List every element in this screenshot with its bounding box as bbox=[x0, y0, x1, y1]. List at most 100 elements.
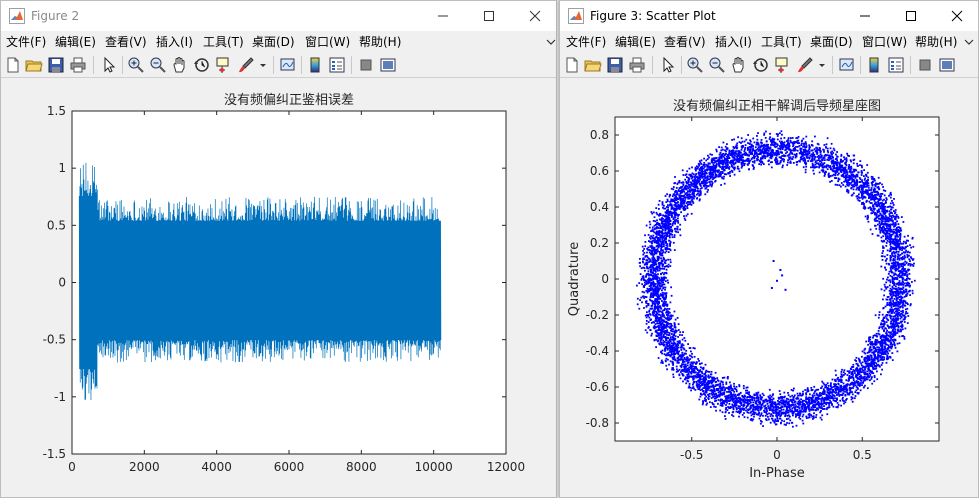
scatter-point bbox=[890, 306, 893, 309]
zoom-out-icon[interactable] bbox=[708, 56, 726, 74]
rotate-3d-icon[interactable] bbox=[752, 56, 770, 74]
open-file-icon[interactable] bbox=[25, 56, 43, 74]
menu-window[interactable]: 窗口(W) bbox=[305, 32, 350, 52]
brush-dropdown-icon[interactable] bbox=[818, 56, 826, 74]
scatter-point bbox=[902, 309, 904, 312]
scatter-point bbox=[814, 398, 817, 401]
colorbar-icon[interactable] bbox=[306, 56, 324, 74]
menu-edit[interactable]: 编辑(E) bbox=[55, 32, 96, 52]
scatter-point bbox=[760, 404, 763, 406]
close-button[interactable] bbox=[934, 1, 978, 31]
scatter-point bbox=[856, 162, 858, 165]
scatter-point bbox=[868, 347, 871, 350]
menu-insert[interactable]: 插入(I) bbox=[156, 32, 193, 52]
menu-file[interactable]: 文件(F) bbox=[6, 32, 46, 52]
menu-view[interactable]: 查看(V) bbox=[664, 32, 706, 52]
data-cursor-icon[interactable] bbox=[774, 56, 792, 74]
scatter-point bbox=[676, 225, 679, 228]
menu-view[interactable]: 查看(V) bbox=[105, 32, 147, 52]
scatter-point bbox=[771, 143, 774, 146]
menu-overflow-icon[interactable] bbox=[963, 36, 975, 48]
pointer-icon[interactable] bbox=[659, 56, 677, 74]
minimize-button[interactable] bbox=[842, 1, 888, 31]
scatter-point bbox=[657, 303, 659, 306]
show-plot-tools-icon[interactable] bbox=[938, 56, 956, 74]
zoom-in-icon[interactable] bbox=[127, 56, 145, 74]
menu-help[interactable]: 帮助(H) bbox=[915, 32, 957, 52]
menu-file[interactable]: 文件(F) bbox=[566, 32, 606, 52]
menu-desktop[interactable]: 桌面(D) bbox=[252, 32, 295, 52]
pan-icon[interactable] bbox=[730, 56, 748, 74]
new-figure-icon[interactable] bbox=[563, 56, 581, 74]
scatter-point bbox=[836, 402, 839, 404]
scatter-point bbox=[648, 251, 651, 254]
print-icon[interactable] bbox=[69, 56, 87, 74]
scatter-point bbox=[787, 417, 790, 420]
menu-insert[interactable]: 插入(I) bbox=[715, 32, 752, 52]
show-plot-tools-icon[interactable] bbox=[379, 56, 397, 74]
scatter-point bbox=[823, 408, 826, 410]
scatter-point bbox=[818, 166, 820, 169]
link-plot-icon[interactable] bbox=[279, 56, 297, 74]
scatter-point bbox=[665, 301, 667, 303]
scatter-point bbox=[719, 382, 722, 385]
close-button[interactable] bbox=[512, 1, 556, 31]
scatter-point bbox=[753, 397, 756, 400]
pointer-icon[interactable] bbox=[100, 56, 118, 74]
scatter-point bbox=[677, 329, 680, 331]
scatter-point bbox=[671, 314, 674, 317]
scatter-point bbox=[888, 349, 891, 352]
scatter-point bbox=[698, 164, 701, 167]
scatter-point bbox=[785, 148, 788, 150]
pan-icon[interactable] bbox=[171, 56, 189, 74]
scatter-point bbox=[816, 142, 819, 145]
menu-tools[interactable]: 工具(T) bbox=[761, 32, 802, 52]
scatter-point bbox=[761, 148, 764, 150]
rotate-3d-icon[interactable] bbox=[193, 56, 211, 74]
menu-help[interactable]: 帮助(H) bbox=[359, 32, 401, 52]
maximize-button[interactable] bbox=[466, 1, 512, 31]
menu-overflow-icon[interactable] bbox=[545, 36, 557, 48]
maximize-button[interactable] bbox=[888, 1, 934, 31]
scatter-point bbox=[748, 168, 750, 171]
menu-tools[interactable]: 工具(T) bbox=[203, 32, 244, 52]
scatter-point bbox=[682, 174, 685, 176]
phase-error-plot: 没有频偏纠正鉴相误差0 2000 4000 6000 8000 10000 12000-1.… bbox=[43, 93, 526, 474]
link-plot-icon[interactable] bbox=[838, 56, 856, 74]
new-figure-icon[interactable] bbox=[4, 56, 22, 74]
menu-desktop[interactable]: 桌面(D) bbox=[810, 32, 853, 52]
zoom-in-icon[interactable] bbox=[686, 56, 704, 74]
colorbar-icon[interactable] bbox=[865, 56, 883, 74]
hide-plot-tools-icon[interactable] bbox=[916, 56, 934, 74]
scatter-point bbox=[793, 401, 796, 404]
scatter-point bbox=[660, 243, 663, 246]
brush-icon[interactable] bbox=[237, 56, 255, 74]
scatter-point bbox=[685, 349, 688, 352]
menu-edit[interactable]: 编辑(E) bbox=[615, 32, 656, 52]
scatter-point bbox=[869, 379, 871, 382]
scatter-point bbox=[848, 384, 851, 386]
minimize-button[interactable] bbox=[420, 1, 466, 31]
scatter-point bbox=[725, 381, 728, 384]
legend-icon[interactable] bbox=[328, 56, 346, 74]
print-icon[interactable] bbox=[628, 56, 646, 74]
scatter-point bbox=[711, 183, 713, 186]
scatter-point bbox=[708, 393, 711, 395]
scatter-point bbox=[897, 330, 899, 332]
brush-icon[interactable] bbox=[796, 56, 814, 74]
scatter-point bbox=[735, 385, 738, 388]
hide-plot-tools-icon[interactable] bbox=[357, 56, 375, 74]
data-cursor-icon[interactable] bbox=[215, 56, 233, 74]
scatter-point bbox=[826, 158, 829, 161]
brush-dropdown-icon[interactable] bbox=[259, 56, 267, 74]
scatter-point bbox=[884, 285, 887, 288]
save-icon[interactable] bbox=[47, 56, 65, 74]
scatter-point bbox=[801, 419, 804, 422]
save-icon[interactable] bbox=[606, 56, 624, 74]
zoom-out-icon[interactable] bbox=[149, 56, 167, 74]
legend-icon[interactable] bbox=[887, 56, 905, 74]
scatter-point bbox=[717, 402, 719, 405]
menu-window[interactable]: 窗口(W) bbox=[862, 32, 907, 52]
scatter-point bbox=[890, 320, 892, 323]
open-file-icon[interactable] bbox=[584, 56, 602, 74]
